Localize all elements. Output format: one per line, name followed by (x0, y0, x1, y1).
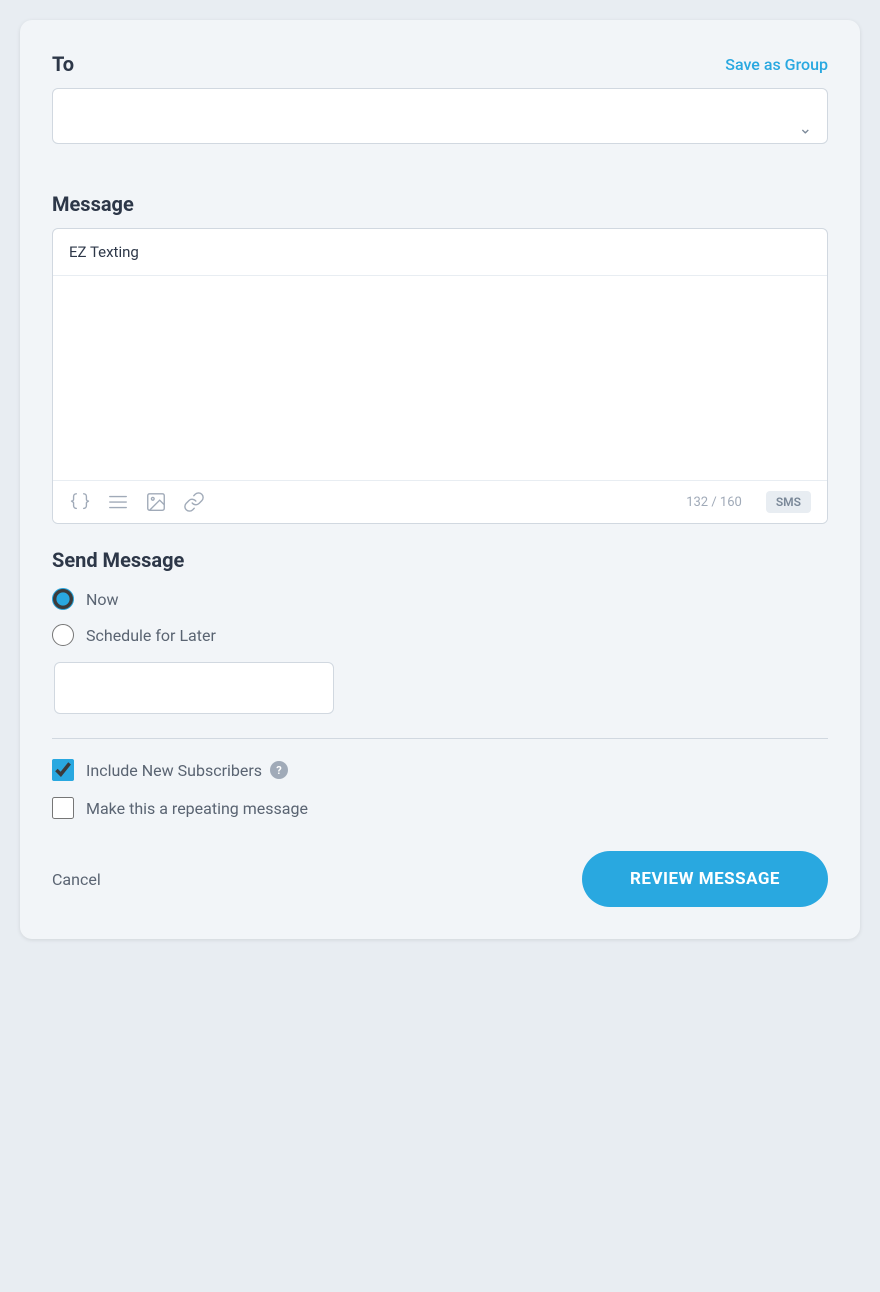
cancel-button[interactable]: Cancel (52, 870, 101, 889)
include-new-subscribers-item[interactable]: Include New Subscribers ? (52, 759, 828, 781)
send-message-title: Send Message (52, 548, 828, 572)
schedule-radio-label: Schedule for Later (86, 626, 216, 645)
char-count: 132 / 160 (686, 495, 742, 510)
curly-braces-icon[interactable] (69, 491, 91, 513)
list-svg (107, 491, 129, 513)
curly-braces-svg (69, 491, 91, 513)
main-card: To Save as Group ⌄ Message EZ Texting (20, 20, 860, 939)
image-svg (145, 491, 167, 513)
to-dropdown-wrapper: ⌄ (52, 88, 828, 168)
sms-badge: SMS (766, 491, 811, 513)
repeating-message-checkbox[interactable] (52, 797, 74, 819)
schedule-date-input[interactable] (54, 662, 334, 714)
link-svg (183, 491, 205, 513)
list-icon[interactable] (107, 491, 129, 513)
help-icon[interactable]: ? (270, 761, 288, 779)
send-message-section: Send Message Now Schedule for Later (52, 548, 828, 714)
now-radio-item[interactable]: Now (52, 588, 828, 610)
schedule-radio-input[interactable] (52, 624, 74, 646)
message-box: EZ Texting (52, 228, 828, 524)
repeating-message-item[interactable]: Make this a repeating message (52, 797, 828, 819)
message-body-input[interactable] (53, 276, 827, 476)
include-new-subscribers-checkbox[interactable] (52, 759, 74, 781)
to-label: To (52, 52, 74, 76)
schedule-radio-item[interactable]: Schedule for Later (52, 624, 828, 646)
send-options-group: Now Schedule for Later (52, 588, 828, 646)
image-icon[interactable] (145, 491, 167, 513)
review-message-button[interactable]: REVIEW MESSAGE (582, 851, 828, 907)
checkboxes-section: Include New Subscribers ? Make this a re… (52, 759, 828, 819)
message-toolbar: 132 / 160 SMS (53, 480, 827, 523)
message-from: EZ Texting (53, 229, 827, 276)
repeating-message-label: Make this a repeating message (86, 799, 308, 818)
now-radio-input[interactable] (52, 588, 74, 610)
to-section-header: To Save as Group (52, 52, 828, 76)
to-dropdown[interactable] (52, 88, 828, 144)
include-new-subscribers-label: Include New Subscribers ? (86, 761, 288, 780)
message-section: Message EZ Texting (52, 192, 828, 524)
now-radio-label: Now (86, 590, 119, 609)
link-icon[interactable] (183, 491, 205, 513)
save-as-group-link[interactable]: Save as Group (725, 55, 828, 74)
message-section-title: Message (52, 192, 828, 216)
section-divider (52, 738, 828, 739)
footer: Cancel REVIEW MESSAGE (52, 851, 828, 907)
